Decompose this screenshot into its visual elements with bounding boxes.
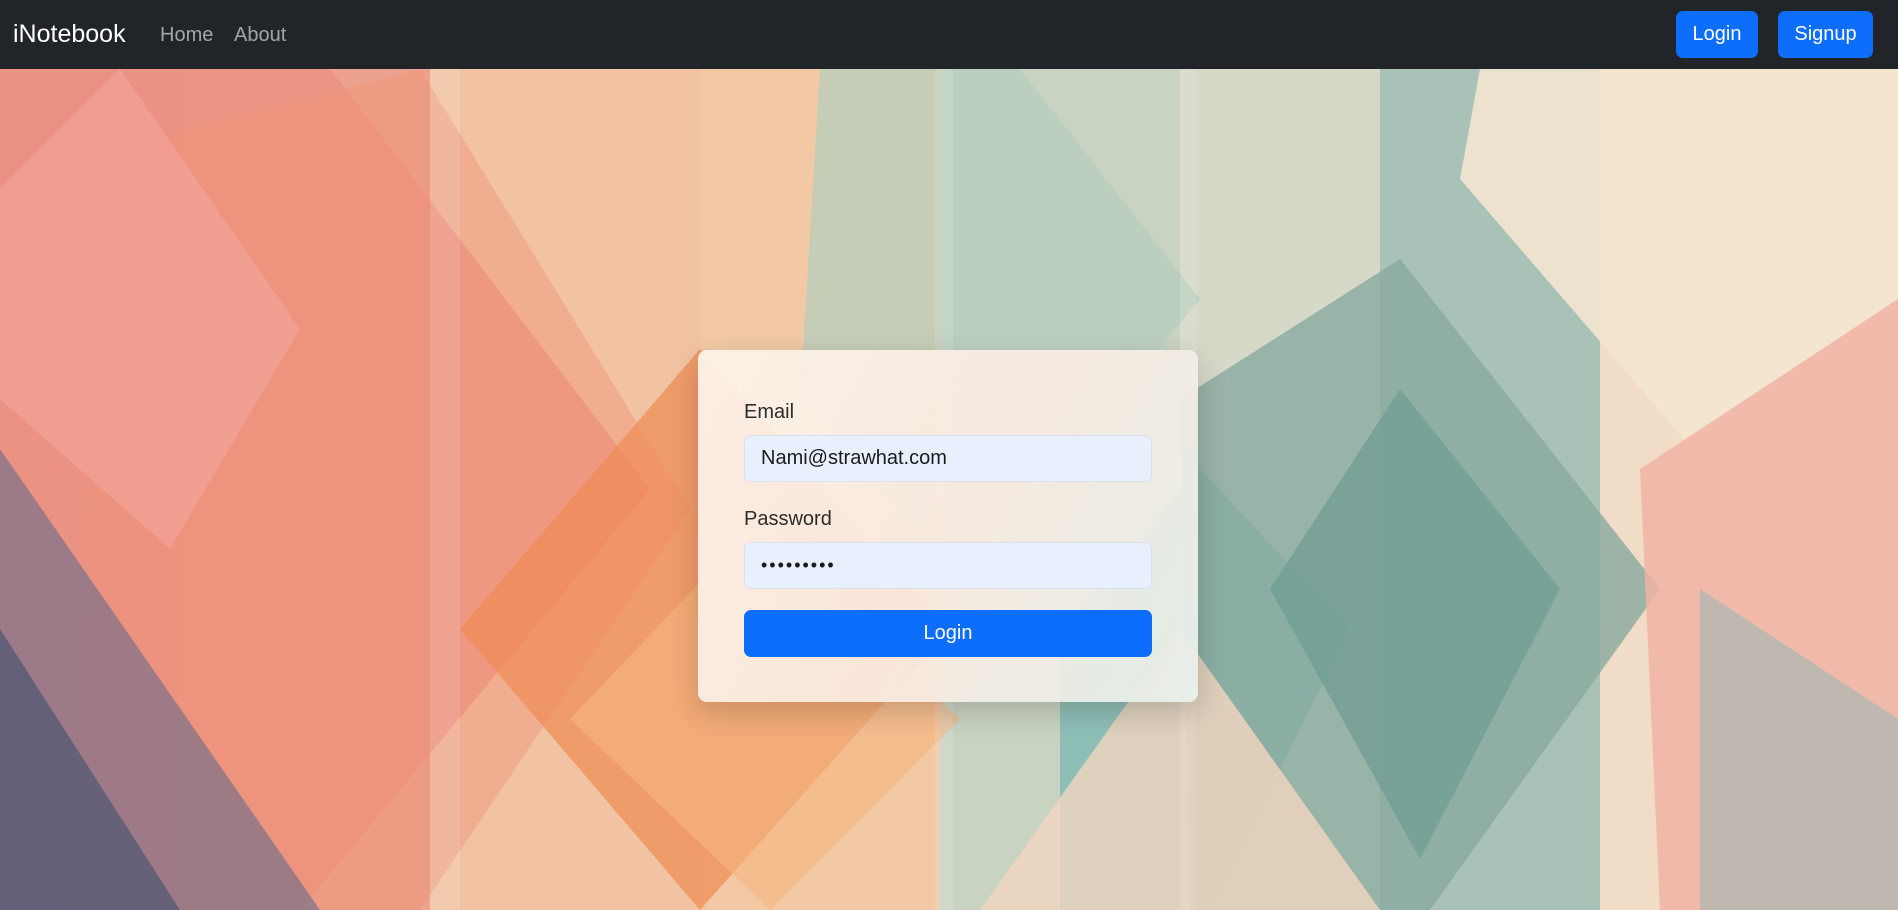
password-label: Password [744, 508, 832, 530]
nav-link-home[interactable]: Home [160, 22, 213, 48]
login-button[interactable]: Login [1676, 11, 1758, 58]
signup-button[interactable]: Signup [1778, 11, 1873, 58]
nav-link-about[interactable]: About [234, 22, 286, 48]
password-input[interactable]: ••••••••• [744, 542, 1152, 589]
brand-logo[interactable]: iNotebook [13, 17, 126, 51]
navbar: iNotebook Home About Login Signup [0, 0, 1898, 69]
submit-login-button[interactable]: Login [744, 610, 1152, 657]
login-card: Email Nami@strawhat.com Password •••••••… [698, 350, 1198, 702]
email-label: Email [744, 401, 795, 423]
email-input[interactable]: Nami@strawhat.com [744, 435, 1152, 482]
